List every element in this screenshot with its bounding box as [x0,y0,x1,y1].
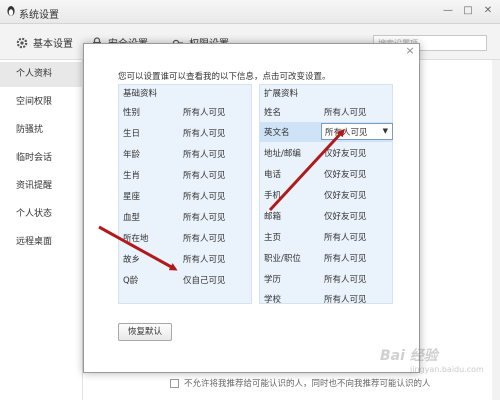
field-name: 职业/职位 [264,254,301,264]
visibility-value[interactable]: 所有人可见 [183,190,226,202]
sidebar-item-temp-chat[interactable]: 临时会话 [0,146,83,171]
dialog-close-button[interactable]: × [403,44,417,57]
visibility-value[interactable]: 仅好友可见 [324,210,367,222]
visibility-value[interactable]: 所有人可见 [324,273,367,285]
sidebar-item-anti-harassment[interactable]: 防骚扰 [0,118,83,143]
extended-info-panel: 扩展资料 姓名 所有人可见 英文名 所有人可见 ▼ 地址/邮编 仅好友可见 电话 仅好… [259,84,393,305]
field-name: 血型 [123,213,141,223]
field-name: 生日 [123,129,141,139]
table-row[interactable]: 主页 所有人可见 [264,227,392,247]
visibility-value[interactable]: 所有人可见 [183,232,226,244]
visibility-value[interactable]: 所有人可见 [183,148,226,160]
visibility-value[interactable]: 所有人可见 [324,252,367,264]
visibility-value[interactable]: 仅好友可见 [324,189,367,201]
field-name: 性别 [123,108,141,118]
field-name: 英文名 [264,128,290,138]
dialog-intro: 您可以设置谁可以查看我的以下信息，点击可改变设置。 [118,72,331,82]
field-name: 学校 [264,295,282,305]
basic-info-panel: 基础资料 性别 所有人可见 生日 所有人可见 年龄 所有人可见 生肖 所有人可见 星座所… [118,84,252,304]
baidu-watermark-url: jingyan.baidu.com [410,365,484,374]
field-name: 姓名 [264,108,282,118]
visibility-value[interactable]: 所有人可见 [324,293,367,305]
visibility-value[interactable]: 所有人可见 [183,106,226,118]
table-row[interactable]: Q龄 仅自己可见 [123,270,251,290]
table-row[interactable]: 所在地 所有人可见 [123,228,251,248]
visibility-value[interactable]: 所有人可见 [324,231,367,243]
field-name: 地址/邮编 [264,149,301,159]
window-title: 系统设置 [19,10,59,21]
table-row[interactable]: 地址/邮编 仅好友可见 [264,143,392,163]
close-window-button[interactable]: ✕ [480,4,496,18]
table-row[interactable]: 性别 所有人可见 [123,102,251,122]
field-name: 星座 [123,192,141,202]
visibility-value[interactable]: 所有人可见 [183,211,226,223]
table-row[interactable]: 生日 所有人可见 [123,123,251,143]
table-row[interactable]: 邮箱 仅好友可见 [264,206,392,226]
visibility-selected-value: 所有人可见 [325,128,368,138]
recommend-option[interactable]: 不允许将我推荐给可能认识的人，同时也不向我推荐可能认识的人 [170,377,431,389]
visibility-value[interactable]: 仅好友可见 [324,168,367,180]
minimize-button[interactable]: — [440,4,456,18]
sidebar-item-profile[interactable]: 个人资料 [0,62,83,87]
field-name: 手机 [264,191,282,201]
table-row[interactable]: 学校 所有人可见 [264,289,392,309]
sidebar-item-news-alerts[interactable]: 资讯提醒 [0,174,83,199]
visibility-value[interactable]: 所有人可见 [183,253,226,265]
visibility-value[interactable]: 仅好友可见 [324,147,367,159]
gear-icon [16,37,28,48]
table-row[interactable]: 故乡 所有人可见 [123,249,251,269]
scrollbar[interactable] [492,60,500,400]
table-row[interactable]: 血型 所有人可见 [123,207,251,227]
field-name: Q龄 [123,276,139,286]
table-row[interactable]: 职业/职位 所有人可见 [264,248,392,268]
tab-label: 基本设置 [33,39,73,50]
profile-privacy-dialog: × 您可以设置谁可以查看我的以下信息，点击可改变设置。 基础资料 性别 所有人可见… [83,43,420,373]
title-bar: 系统设置 — □ ✕ [0,0,500,24]
table-row[interactable]: 电话 仅好友可见 [264,164,392,184]
recommend-option-label: 不允许将我推荐给可能认识的人，同时也不向我推荐可能认识的人 [184,379,431,389]
panel-title: 基础资料 [123,89,158,99]
field-name: 生肖 [123,171,141,181]
table-row[interactable]: 年龄 所有人可见 [123,144,251,164]
tab-basic-settings[interactable]: 基本设置 [16,35,73,50]
recommend-checkbox[interactable] [170,378,179,388]
sidebar-item-status[interactable]: 个人状态 [0,202,83,227]
visibility-value[interactable]: 仅自己可见 [183,274,226,286]
chevron-down-icon[interactable]: ▼ [383,127,388,135]
reset-default-button[interactable]: 恢复默认 [118,323,172,341]
table-row[interactable]: 姓名 所有人可见 [264,102,392,122]
maximize-button[interactable]: □ [460,4,476,18]
sidebar-item-space-permission[interactable]: 空间权限 [0,90,83,115]
visibility-value[interactable]: 所有人可见 [324,106,367,118]
field-name: 邮箱 [264,212,282,222]
table-row-selected[interactable]: 英文名 所有人可见 ▼ [260,122,393,142]
visibility-value[interactable]: 所有人可见 [183,169,226,181]
table-row[interactable]: 学历 所有人可见 [264,269,392,289]
field-name: 学历 [264,275,282,285]
sidebar-item-remote-desktop[interactable]: 远程桌面 [0,230,83,255]
table-row[interactable]: 手机 仅好友可见 [264,185,392,205]
visibility-select[interactable]: 所有人可见 ▼ [321,123,393,140]
visibility-value[interactable]: 所有人可见 [183,127,226,139]
field-name: 故乡 [123,255,141,265]
sidebar: 个人资料 空间权限 防骚扰 临时会话 资讯提醒 个人状态 远程桌面 [0,60,83,400]
baidu-watermark: Bai 经验 [380,348,438,364]
table-row[interactable]: 星座 所有人可见 [123,186,251,206]
panel-title: 扩展资料 [264,89,299,99]
field-name: 年龄 [123,150,141,160]
field-name: 电话 [264,170,282,180]
field-name: 所在地 [123,234,149,244]
table-row[interactable]: 生肖 所有人可见 [123,165,251,185]
qq-penguin-icon [7,6,15,16]
field-name: 主页 [264,233,282,243]
